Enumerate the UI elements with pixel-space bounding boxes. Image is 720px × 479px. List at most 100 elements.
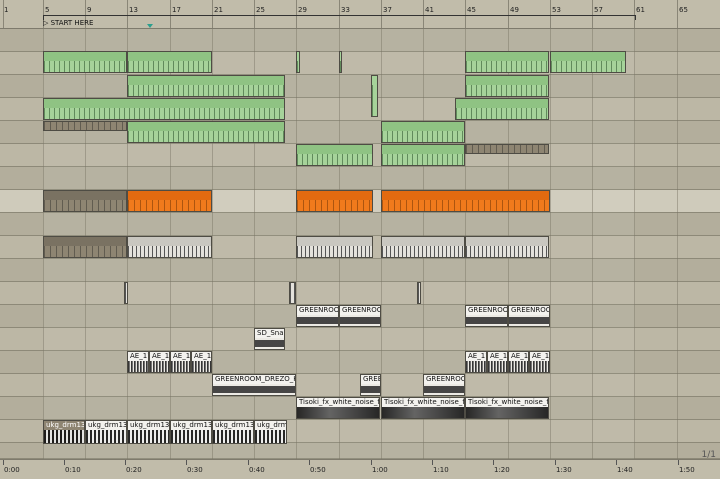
audio-clip[interactable]: GREENROOM_ [296,305,339,327]
time-tick [309,460,310,465]
audio-clip[interactable] [289,282,296,304]
time-tick [555,460,556,465]
clip-name: AE_11 [128,352,148,361]
audio-clip[interactable]: Tisoki_fx_white_noise_fal [465,397,549,419]
ruler-tick [3,0,4,28]
ruler-tick [381,0,382,28]
audio-clip[interactable]: ukg_drm130 [170,420,212,444]
midi-clip[interactable] [43,190,127,212]
midi-clip[interactable] [43,236,127,258]
audio-clip[interactable]: GREENROOM_ [423,374,465,396]
midi-clip[interactable] [465,236,549,258]
midi-clip[interactable] [381,121,465,143]
time-label: 1:10 [433,466,449,474]
audio-clip[interactable] [417,282,421,304]
audio-clip[interactable]: ukg_drm130 [212,420,254,444]
locator-marker[interactable]: ▷ START HERE [43,19,93,28]
arrangement-view[interactable]: GREENROOM_ GREENROOM_ GREENROOM_ GREENRO… [0,29,720,459]
clip-name: ukg_drm130 [171,421,211,430]
midi-clip[interactable] [127,121,285,143]
ruler-tick [212,0,213,28]
audio-clip[interactable]: ukg_drm130 [127,420,170,444]
audio-clip[interactable]: AE_11 [465,351,487,373]
audio-clip[interactable]: GREENROOM_ [508,305,550,327]
midi-clip[interactable] [296,190,373,212]
audio-clip[interactable]: Tisoki_fx_white_noise_fal [296,397,380,419]
midi-clip[interactable] [381,190,550,212]
audio-clip[interactable]: ukg_drm130 [43,420,85,444]
midi-clip[interactable] [43,98,285,120]
ruler-bar-label: 61 [636,6,645,14]
midi-clip[interactable] [465,51,549,73]
ruler-bar-label: 65 [679,6,688,14]
ruler-bar-label: 53 [552,6,561,14]
audio-clip[interactable]: AE_11 [149,351,170,373]
midi-clip[interactable] [455,98,549,120]
audio-clip[interactable]: GREEN [360,374,381,396]
ruler-tick [339,0,340,28]
ruler-tick [127,0,128,28]
clip-name: GREENROOM_ [340,306,380,315]
midi-clip[interactable] [550,51,626,73]
audio-clip[interactable]: GREENROOM_DREZO_HOST [212,374,296,396]
clip-name: ukg_drm130 [128,421,169,430]
time-tick [616,460,617,465]
clip-name: AE_11 [530,352,549,361]
bar-ruler[interactable]: 1 5 9 13 17 21 25 29 33 37 41 45 49 53 5… [0,0,720,29]
audio-clip[interactable]: AE_11 [127,351,149,373]
ruler-bar-label: 33 [341,6,350,14]
clip-name: ukg_drm130 [44,421,84,430]
clip-name: GREENROOM_DREZO_HOST [213,375,295,384]
midi-clip[interactable] [127,190,212,212]
midi-clip[interactable] [381,144,465,166]
clip-name: AE_11 [150,352,169,361]
midi-clip[interactable] [381,236,465,258]
midi-clip[interactable] [296,236,373,258]
audio-clip[interactable]: AE_11 [170,351,191,373]
ruler-bar-label: 17 [172,6,181,14]
ruler-bar-label: 41 [425,6,434,14]
midi-clip[interactable] [127,51,212,73]
audio-clip[interactable] [124,282,128,304]
audio-clip[interactable]: AE_11 [529,351,550,373]
audio-clip[interactable]: GREENROOM_ [339,305,381,327]
time-label: 0:30 [187,466,203,474]
audio-clip[interactable]: SD_Snare [254,328,285,350]
time-tick [64,460,65,465]
clip-name: GREENROOM_ [297,306,338,315]
ruler-tick [677,0,678,28]
audio-clip[interactable]: AE_11 [191,351,212,373]
midi-clip[interactable] [43,51,127,73]
loop-brace[interactable] [43,15,636,20]
midi-clip[interactable] [339,51,342,73]
clip-name: Tisoki_fx_white_noise_fal [382,398,464,407]
midi-clip[interactable] [127,236,212,258]
audio-clip[interactable]: AE_11 [508,351,529,373]
audio-clip[interactable]: Tisoki_fx_white_noise_fal [381,397,465,419]
midi-clip[interactable] [371,75,378,117]
clip-name: GREENROOM_ [466,306,507,315]
audio-clip[interactable]: GREENROOM_ [465,305,508,327]
ruler-tick [508,0,509,28]
midi-clip[interactable] [43,121,127,131]
ruler-tick [423,0,424,28]
ruler-tick [592,0,593,28]
midi-clip[interactable] [465,75,549,97]
grid-line [634,29,635,459]
time-label: 1:30 [556,466,572,474]
midi-clip[interactable] [127,75,285,97]
audio-clip[interactable]: AE_11 [487,351,508,373]
midi-clip[interactable] [296,51,300,73]
time-ruler[interactable]: 0:00 0:10 0:20 0:30 0:40 0:50 1:00 1:10 … [0,459,720,479]
ruler-bar-label: 21 [214,6,223,14]
midi-clip[interactable] [296,144,373,166]
ruler-bar-label: 9 [87,6,92,14]
playhead-icon[interactable] [147,24,153,28]
clip-name: AE_11 [466,352,486,361]
ruler-bar-label: 5 [45,6,50,14]
audio-clip[interactable]: ukg_drm130 [254,420,287,444]
midi-clip[interactable] [465,144,549,154]
clip-name: ukg_drm130 [86,421,126,430]
audio-clip[interactable]: ukg_drm130 [85,420,127,444]
ruler-bar-label: 25 [256,6,265,14]
